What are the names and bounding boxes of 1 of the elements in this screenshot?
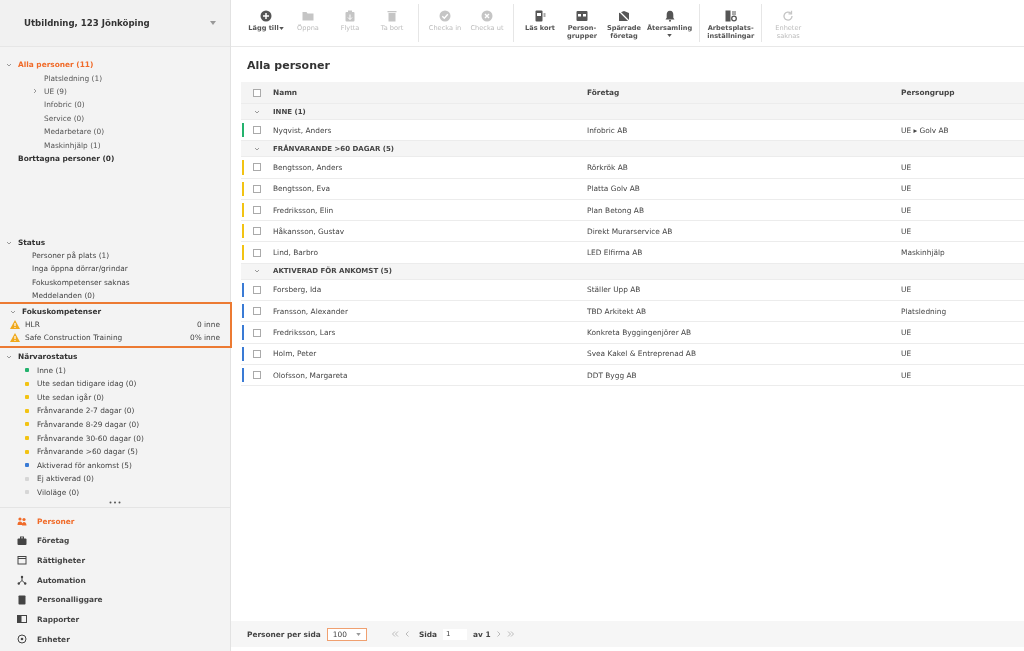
page-title: Alla personer — [247, 59, 331, 72]
